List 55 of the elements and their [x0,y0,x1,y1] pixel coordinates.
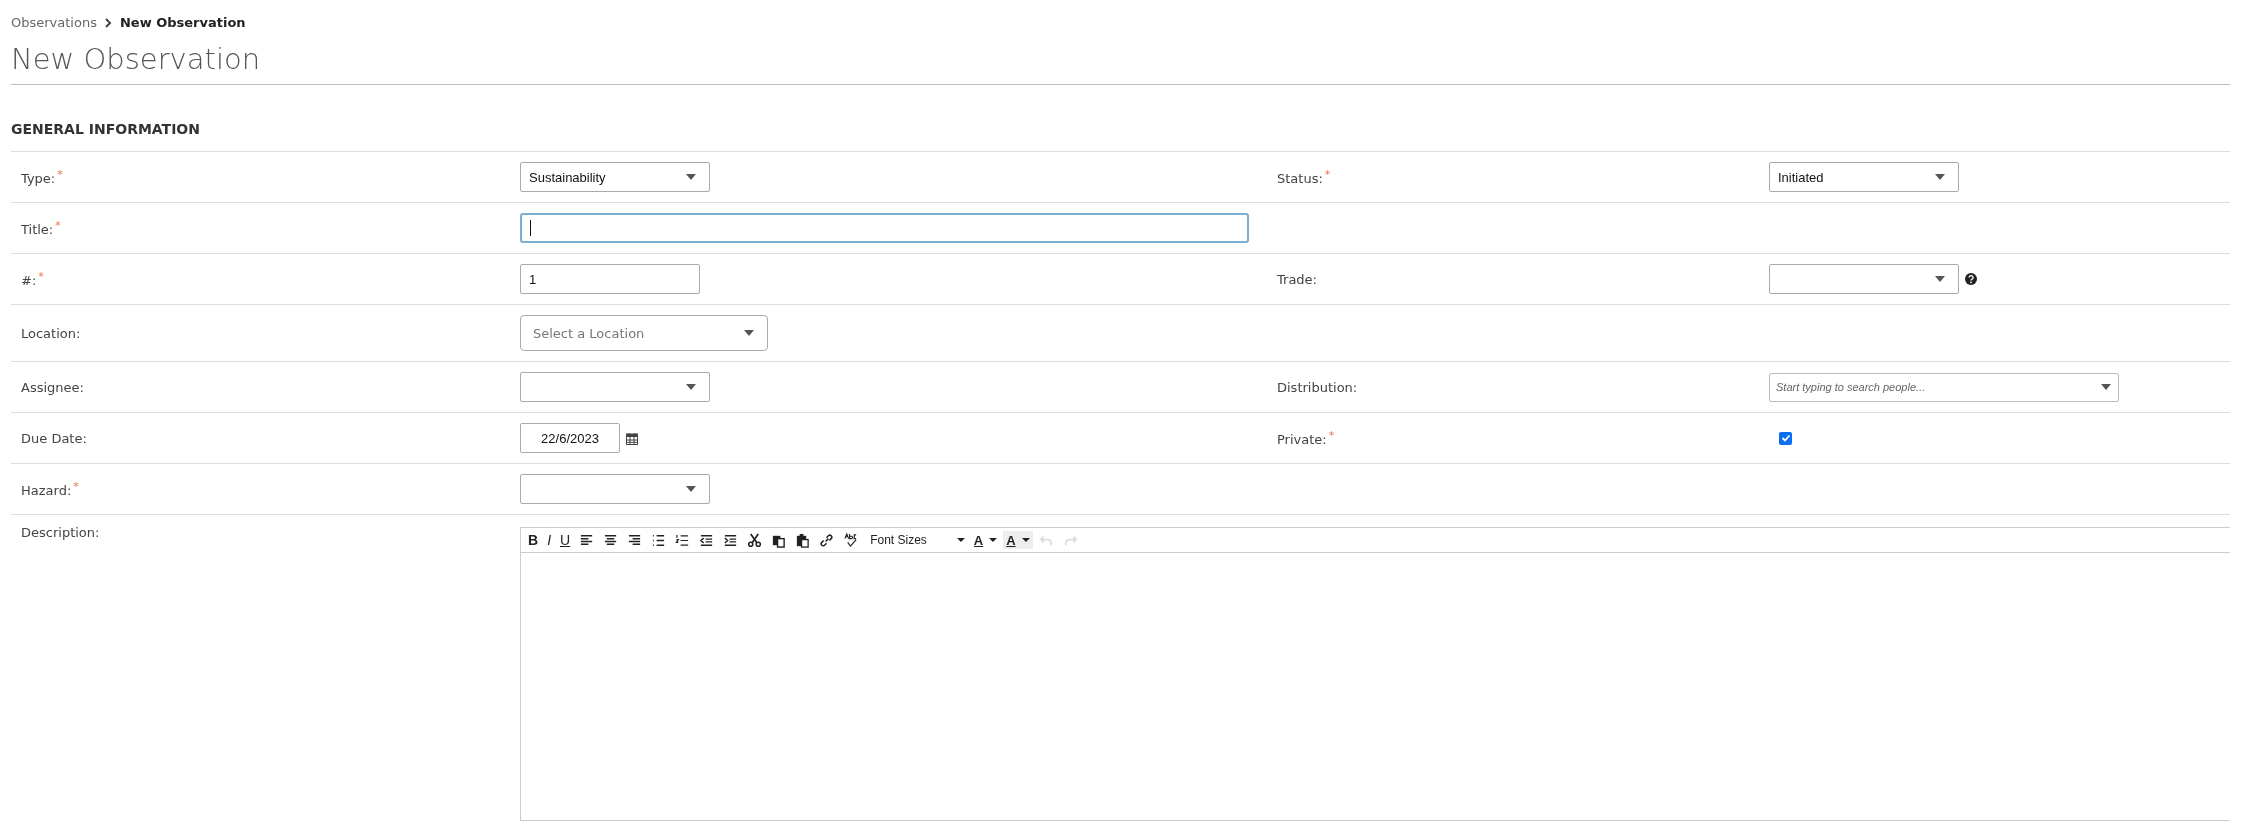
field-label: Trade: [1276,271,1318,287]
caret-icon [989,537,998,543]
field-label: Type:$^{*}$ [20,167,64,187]
caret-icon [956,537,965,543]
align-right-icon [627,532,643,548]
spellcheck-icon [843,532,859,548]
date-input[interactable]: 22/6/2023 [520,423,620,453]
section-heading: GENERAL INFORMATION [11,85,2230,152]
help-icon[interactable] [1965,273,1977,285]
field-label: Status:$^{*}$ [1276,167,1332,187]
field-label: Title:$^{*}$ [20,218,62,238]
field-label: #:$^{*}$ [20,269,45,289]
dropdown[interactable]: Sustainability [520,162,710,192]
scissors-icon [747,532,763,548]
numbered-list-icon [675,532,691,548]
underline-button[interactable]: U [557,531,574,549]
paste-icon [795,532,811,548]
outdent-icon [699,532,715,548]
text-input[interactable] [520,213,1249,243]
people-search-field[interactable]: Start typing to search people... [1769,372,2119,402]
dropdown[interactable]: Initiated [1769,162,1959,192]
field-label: Location: [20,325,82,341]
caret-icon [685,173,697,181]
checkbox[interactable] [1779,431,1792,445]
caret-icon [2100,383,2112,391]
field-label: Assignee: [20,379,85,395]
text-color-button[interactable]: A [970,531,1001,549]
caret-icon [1934,275,1946,283]
align-center-icon [603,532,619,548]
rich-text-editor[interactable]: B I U Font Sizes A A [520,527,2230,821]
text-input[interactable]: 1 [520,264,700,294]
caret-icon [685,485,697,493]
font-size-dropdown[interactable]: Font Sizes [864,531,968,549]
field-label: Private:$^{*}$ [1276,428,1336,448]
page-title: New Observation [11,42,2230,85]
align-left-icon [579,532,595,548]
breadcrumb-link[interactable]: Observations [11,15,97,30]
caret-icon [743,329,755,337]
indent-icon [723,532,739,548]
caret-icon [1934,173,1946,181]
italic-button[interactable]: I [544,531,554,549]
bold-button[interactable]: B [525,531,542,549]
field-label: Distribution: [1276,379,1359,395]
caret-icon [685,383,697,391]
link-icon [819,532,835,548]
chevron-right-icon [104,17,112,28]
bulleted-list-icon [651,532,667,548]
caret-icon [1021,537,1030,543]
field-label: Description: [20,525,101,540]
field-label: Due Date: [20,430,88,446]
location-dropdown[interactable]: Select a Location [520,315,768,351]
field-label: Hazard:$^{*}$ [20,479,80,499]
calendar-icon[interactable] [626,431,638,445]
breadcrumb-current: New Observation [119,15,246,30]
highlight-color-button[interactable]: A [1003,531,1033,549]
